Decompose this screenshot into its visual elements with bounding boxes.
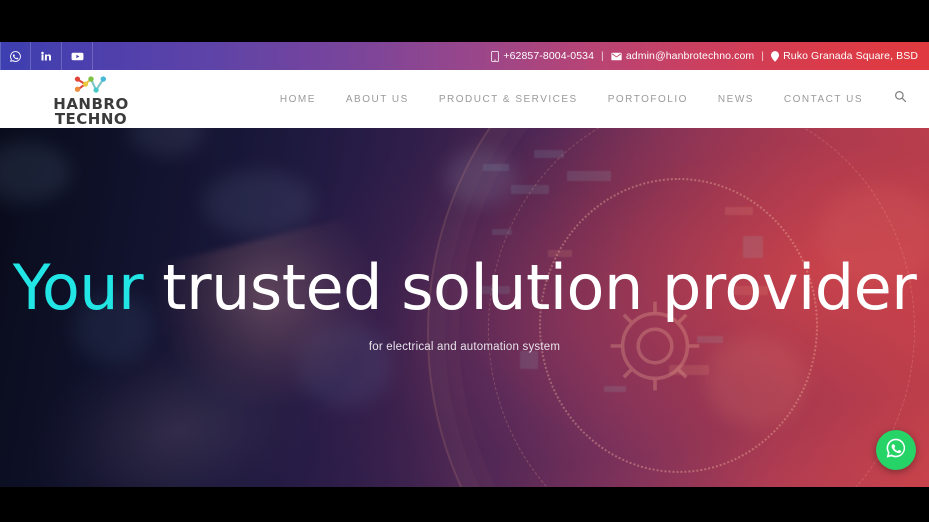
social-link-whatsapp[interactable] xyxy=(0,42,31,70)
nav-item-contact-us[interactable]: CONTACT US xyxy=(769,94,878,105)
contact-separator-2: | xyxy=(761,50,765,62)
contact-email[interactable]: admin@hanbrotechno.com xyxy=(611,50,754,62)
contact-info: +62857-8004-0534 | admin@hanbrotechno.co… xyxy=(491,50,929,62)
site-header: HANBRO TECHNO HOME ABOUT US PRODUCT & SE… xyxy=(0,70,929,128)
logo-text: HANBRO TECHNO xyxy=(53,95,129,128)
contact-address-text: Ruko Granada Square, BSD xyxy=(783,50,918,62)
social-links xyxy=(0,42,93,70)
main-navigation: HOME ABOUT US PRODUCT & SERVICES PORTOFO… xyxy=(265,70,915,128)
map-pin-icon xyxy=(771,50,780,62)
contact-address[interactable]: Ruko Granada Square, BSD xyxy=(771,50,918,62)
hero-title-accent: Your xyxy=(12,250,144,324)
nav-item-home[interactable]: HOME xyxy=(265,94,331,105)
social-link-youtube[interactable] xyxy=(62,42,93,70)
hero-content: Your trusted solution provider for elect… xyxy=(0,128,929,487)
hero-title-rest: trusted solution provider xyxy=(143,250,917,324)
whatsapp-float-button[interactable] xyxy=(876,430,916,470)
contact-phone-text: +62857-8004-0534 xyxy=(503,50,595,62)
linkedin-icon xyxy=(40,50,52,62)
browser-top-bar xyxy=(0,0,929,42)
hero-banner: Your trusted solution provider for elect… xyxy=(0,128,929,487)
whatsapp-icon xyxy=(9,50,22,63)
search-icon xyxy=(894,90,907,108)
page-root: +62857-8004-0534 | admin@hanbrotechno.co… xyxy=(0,0,929,522)
mobile-phone-icon xyxy=(491,50,500,62)
hero-title: Your trusted solution provider xyxy=(0,256,929,319)
whatsapp-icon xyxy=(884,436,908,465)
envelope-icon xyxy=(611,52,622,61)
search-button[interactable] xyxy=(878,90,915,108)
contact-phone[interactable]: +62857-8004-0534 xyxy=(491,50,594,62)
hero-subtitle: for electrical and automation system xyxy=(368,340,561,353)
nav-item-news[interactable]: NEWS xyxy=(703,94,769,105)
contact-separator-1: | xyxy=(601,50,604,62)
contact-email-text: admin@hanbrotechno.com xyxy=(625,50,755,62)
top-info-bar: +62857-8004-0534 | admin@hanbrotechno.co… xyxy=(0,42,929,70)
nav-item-product-services[interactable]: PRODUCT & SERVICES xyxy=(424,94,593,105)
nav-item-portofolio[interactable]: PORTOFOLIO xyxy=(593,94,703,105)
social-link-linkedin[interactable] xyxy=(31,42,62,70)
site-logo[interactable]: HANBRO TECHNO xyxy=(16,74,166,127)
logo-mark-icon xyxy=(16,74,166,96)
page-bottom-bar xyxy=(0,487,929,522)
youtube-icon xyxy=(70,49,85,64)
nav-item-about-us[interactable]: ABOUT US xyxy=(331,94,424,105)
